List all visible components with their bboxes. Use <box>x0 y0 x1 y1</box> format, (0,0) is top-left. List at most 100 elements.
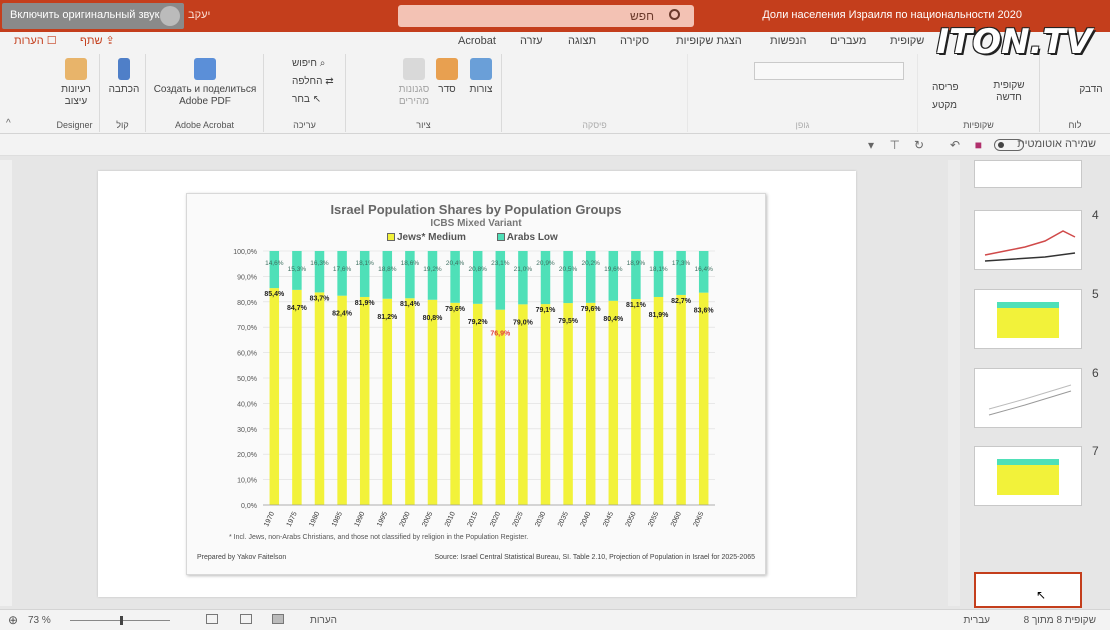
bar-arabs <box>427 251 438 300</box>
search-icon: ⌕ <box>319 58 326 69</box>
x-tick-label: 2000 <box>399 511 412 528</box>
design-ideas-icon <box>65 58 87 80</box>
y-tick-label: 50,0% <box>237 376 257 383</box>
legend-label-jews: Jews* Medium <box>397 232 466 243</box>
undo-icon[interactable]: ↶ <box>950 138 960 152</box>
replace-button[interactable]: החלפה ⇄ <box>292 76 334 88</box>
select-button[interactable]: בחר ↖ <box>292 94 321 106</box>
section-button[interactable]: מקטע <box>932 100 957 112</box>
chart-image[interactable]: 0,0% 10,0% 20,0% 30,0% 40,0% 50,0% 60,0% 70,0% 8… <box>186 193 766 575</box>
tab-review[interactable]: סקירה <box>620 35 649 47</box>
slides-group-label: שקופיות <box>963 120 994 130</box>
bar-arabs <box>405 251 415 299</box>
bar-arabs <box>653 251 664 297</box>
bar-jews <box>382 298 393 505</box>
design-ideas-button[interactable]: רעיונות עיצוב <box>54 58 98 108</box>
zoom-slider-knob[interactable] <box>120 616 123 625</box>
arrange-button[interactable]: סדר <box>432 58 462 96</box>
dictate-button[interactable]: הכתבה <box>104 58 144 96</box>
fit-slide-icon[interactable]: ⊕ <box>8 613 18 627</box>
slides-group: פריסה מקטע שקופית חדשה שקופיות <box>918 54 1040 132</box>
bar-jews <box>540 304 551 505</box>
mouse-cursor-icon: ↖ <box>1036 588 1047 602</box>
y-tick-label: 30,0% <box>237 427 257 434</box>
font-name-box[interactable] <box>754 62 904 80</box>
thumbnail-slide-3[interactable] <box>974 160 1082 188</box>
tab-transitions[interactable]: מעברים <box>830 35 866 47</box>
search-box[interactable]: חפש <box>398 5 694 27</box>
layout-button[interactable]: פריסה <box>932 82 959 94</box>
bar-arabs <box>382 251 393 299</box>
clipboard-group: הדבק לוח <box>1040 54 1110 132</box>
bar-jews <box>585 302 596 505</box>
thumbnails-scrollbar[interactable] <box>948 160 960 606</box>
designer-group-label: Designer <box>56 120 93 130</box>
quick-styles-button[interactable]: סגנונות מהירים <box>394 58 434 108</box>
tab-acrobat[interactable]: Acrobat <box>458 35 496 47</box>
data-label-jews: 83,6% <box>694 308 715 315</box>
collapse-ribbon-icon[interactable]: ^ <box>6 118 11 129</box>
paste-button[interactable]: הדבק <box>1074 84 1108 96</box>
notes-button[interactable]: הערות <box>310 615 337 626</box>
search-icon <box>669 9 680 20</box>
tab-help[interactable]: עזרה <box>520 35 542 47</box>
data-label-arabs: 15,3% <box>288 266 307 273</box>
data-label-jews: 81,9% <box>649 312 670 319</box>
tab-design[interactable]: שקופית <box>890 35 924 47</box>
x-tick-label: 2065 <box>693 511 706 528</box>
thumbnail-slide-6[interactable] <box>974 368 1082 428</box>
legend-swatch-jews <box>387 233 395 241</box>
comments-button[interactable]: הערות ☐ <box>14 34 57 47</box>
data-label-jews: 81,9% <box>355 300 376 307</box>
new-slide-label: שקופית חדשה <box>993 80 1025 103</box>
bar-arabs <box>269 251 280 289</box>
data-label-jews: 84,7% <box>287 305 308 312</box>
slide-sorter-icon[interactable] <box>240 614 252 624</box>
customize-icon[interactable]: ▾ <box>868 138 874 152</box>
share-label: שתף <box>80 35 103 47</box>
language-indicator[interactable]: עברית <box>964 615 990 626</box>
x-tick-label: 2040 <box>580 511 593 528</box>
redo-icon[interactable]: ↻ <box>914 138 924 152</box>
bar-arabs <box>337 251 347 296</box>
font-group: גופן <box>688 54 918 132</box>
y-tick-label: 10,0% <box>237 478 257 485</box>
user-name[interactable]: יעקב <box>188 9 210 21</box>
shapes-button[interactable]: צורות <box>464 58 498 96</box>
bar-jews <box>563 303 573 505</box>
autosave-toggle[interactable] <box>994 139 1024 151</box>
status-bar: ⊕ 73 % הערות עברית שקופית 8 מתוך 8 <box>0 609 1110 630</box>
reading-view-icon[interactable] <box>206 614 218 624</box>
enable-sound-banner[interactable]: Включить оригинальный звук <box>2 3 184 29</box>
data-label-arabs: 19,6% <box>604 266 623 273</box>
data-label-arabs: 16,4% <box>694 266 713 273</box>
chart-legend: Jews* Medium Arabs Low <box>387 232 586 243</box>
data-label-jews: 76,9% <box>490 331 511 338</box>
share-button[interactable]: שתף ⇪ <box>80 34 115 47</box>
thumbnail-slide-7[interactable] <box>974 446 1082 506</box>
new-slide-button[interactable]: שקופית חדשה <box>984 80 1034 104</box>
tab-view[interactable]: תצוגה <box>568 35 596 47</box>
thumbnail-slide-4[interactable] <box>974 210 1082 270</box>
save-icon[interactable]: ■ <box>975 138 982 152</box>
x-tick-label: 1975 <box>286 511 299 528</box>
data-label-jews: 81,2% <box>377 314 398 321</box>
shapes-icon <box>470 58 492 80</box>
present-icon[interactable]: ⊤ <box>890 138 900 152</box>
left-scrollbar[interactable] <box>0 160 12 606</box>
data-label-arabs: 20,5% <box>559 266 578 273</box>
microphone-icon <box>118 58 130 80</box>
zoom-level[interactable]: 73 % <box>28 615 51 626</box>
normal-view-icon[interactable] <box>272 614 284 624</box>
create-pdf-button[interactable]: Создать и поделиться Adobe PDF <box>150 58 260 108</box>
data-label-jews: 82,7% <box>671 298 692 305</box>
thumbnail-slide-5[interactable] <box>974 289 1082 349</box>
data-label-jews: 83,7% <box>310 295 331 302</box>
thumbnail-number-5: 5 <box>1092 287 1099 301</box>
tab-animations[interactable]: הנפשות <box>770 35 806 47</box>
slide-counter: שקופית 8 מתוך 8 <box>1023 615 1096 626</box>
tab-slideshow[interactable]: הצגת שקופיות <box>676 35 742 47</box>
thumbnail-slide-8-selected[interactable]: ↖ <box>974 572 1082 608</box>
thumbnail-scatter-chart <box>988 384 1072 416</box>
find-button[interactable]: חיפוש ⌕ <box>292 58 325 70</box>
